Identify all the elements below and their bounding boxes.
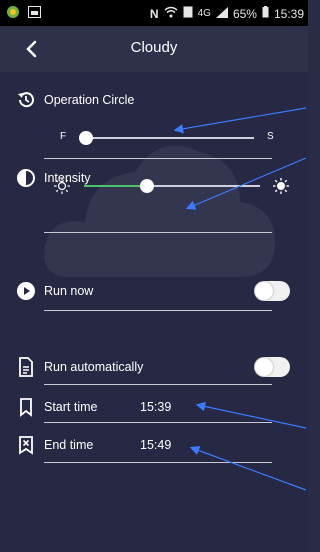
- toggle-knob: [255, 282, 273, 300]
- clock: 15:39: [273, 6, 304, 21]
- end-time-label: End time: [44, 438, 94, 452]
- document-icon: [19, 357, 33, 377]
- history-icon: [18, 92, 34, 108]
- operation-circle-thumb[interactable]: [79, 131, 93, 145]
- divider: [44, 384, 272, 385]
- operation-circle-track[interactable]: [86, 137, 254, 139]
- settings-panel: Operation Circle F S Intensity Run now R…: [0, 72, 308, 552]
- signal-icon: [215, 6, 228, 21]
- battery-icon: [262, 6, 269, 21]
- intensity-slider[interactable]: [0, 174, 308, 198]
- battery-percent: 65%: [232, 6, 257, 21]
- divider: [44, 422, 272, 423]
- status-bar-right: N 4G 65% 15:39: [150, 6, 304, 21]
- start-time-label: Start time: [44, 400, 98, 414]
- divider: [44, 158, 272, 159]
- bookmark-x-icon: [19, 436, 33, 455]
- nfc-icon: N: [149, 6, 159, 21]
- run-now-label: Run now: [44, 284, 94, 298]
- run-now-toggle[interactable]: [254, 281, 290, 301]
- divider: [44, 310, 272, 311]
- intensity-thumb[interactable]: [140, 179, 155, 193]
- play-circle-icon: [17, 282, 35, 300]
- wifi-icon: [164, 6, 178, 21]
- network-type: 4G: [197, 8, 211, 19]
- page-title: Cloudy: [130, 39, 178, 56]
- run-automatically-toggle[interactable]: [254, 357, 290, 377]
- intensity-fill: [84, 185, 148, 187]
- start-time-value[interactable]: 15:39: [140, 400, 171, 414]
- image-notification-icon: [28, 6, 41, 21]
- end-time-value[interactable]: 15:49: [140, 438, 171, 452]
- cloud-watermark-icon: [44, 145, 276, 277]
- app-bar: Cloudy: [0, 26, 308, 72]
- toggle-knob: [255, 358, 273, 376]
- app-notification-icon: [6, 5, 20, 22]
- operation-circle-label: Operation Circle: [44, 93, 135, 107]
- sun-filled-icon: [273, 178, 289, 194]
- divider: [44, 232, 272, 233]
- divider: [44, 462, 272, 463]
- bookmark-icon: [20, 398, 32, 417]
- run-automatically-label: Run automatically: [44, 360, 144, 374]
- sim-icon: [183, 6, 193, 21]
- status-bar-left: [6, 5, 41, 22]
- sun-outline-icon: [54, 178, 70, 194]
- slider-max-label: S: [267, 131, 274, 142]
- status-bar: N 4G 65% 15:39: [0, 0, 308, 26]
- operation-circle-slider[interactable]: F S: [0, 124, 308, 148]
- slider-min-label: F: [60, 131, 67, 142]
